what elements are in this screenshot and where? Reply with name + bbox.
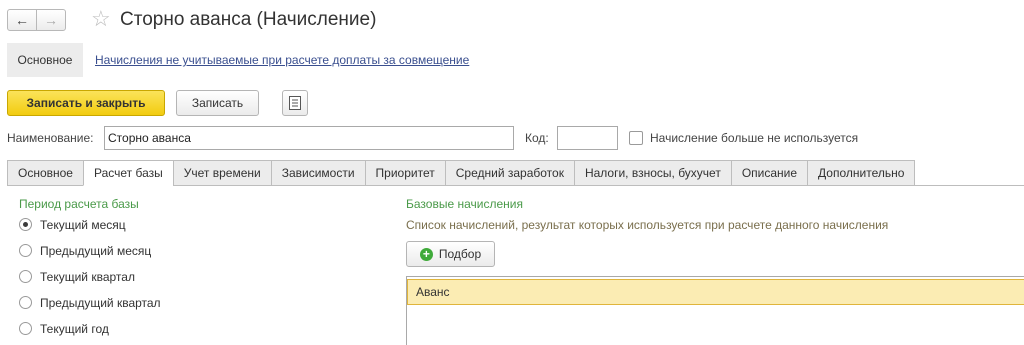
radio-current-year[interactable]: [19, 322, 32, 335]
tab-main[interactable]: Основное: [7, 160, 83, 186]
arrow-right-icon: →: [44, 12, 58, 28]
save-button[interactable]: Записать: [176, 90, 259, 116]
tab-dependencies[interactable]: Зависимости: [270, 160, 365, 186]
name-label: Наименование:: [7, 131, 94, 145]
radio-prev-quarter[interactable]: [19, 296, 32, 309]
radio-label: Текущий месяц: [40, 218, 126, 232]
back-button[interactable]: ←: [7, 9, 37, 31]
name-field[interactable]: [104, 126, 514, 150]
radio-current-quarter[interactable]: [19, 270, 32, 283]
save-close-button[interactable]: Записать и закрыть: [7, 90, 165, 116]
tab-taxes[interactable]: Налоги, взносы, бухучет: [573, 160, 731, 186]
radio-label: Предыдущий квартал: [40, 296, 161, 310]
radio-label: Предыдущий месяц: [40, 244, 152, 258]
add-circle-icon: +: [419, 247, 433, 261]
pick-button[interactable]: + Подбор: [406, 241, 495, 267]
table-cell: Аванс: [416, 285, 450, 299]
pick-label: Подбор: [438, 247, 482, 261]
save-close-label: Записать и закрыть: [26, 96, 146, 110]
base-accruals-table[interactable]: Аванс: [406, 276, 1024, 345]
radio-prev-month[interactable]: [19, 244, 32, 257]
report-button[interactable]: [282, 90, 308, 116]
tab-avg-earnings[interactable]: Средний заработок: [444, 160, 574, 186]
save-label: Записать: [191, 96, 244, 110]
period-group-title: Период расчета базы: [19, 197, 139, 211]
star-icon[interactable]: ☆: [91, 7, 111, 31]
tab-priority[interactable]: Приоритет: [364, 160, 445, 186]
base-hint: Список начислений, результат которых исп…: [406, 218, 889, 232]
tab-time[interactable]: Учет времени: [172, 160, 271, 186]
code-field[interactable]: [557, 126, 618, 150]
not-used-checkbox[interactable]: [629, 131, 643, 145]
section-link[interactable]: Начисления не учитываемые при расчете до…: [95, 53, 469, 67]
base-group-title: Базовые начисления: [406, 197, 523, 211]
arrow-left-icon: ←: [15, 12, 29, 28]
radio-label: Текущий квартал: [40, 270, 135, 284]
table-row[interactable]: Аванс: [407, 279, 1024, 305]
tab-additional[interactable]: Дополнительно: [807, 160, 916, 186]
radio-current-month[interactable]: [19, 218, 32, 231]
page-title: Сторно аванса (Начисление): [120, 9, 377, 30]
tab-base-calc[interactable]: Расчет базы: [82, 160, 173, 186]
tab-bar: Основное Расчет базы Учет времени Зависи…: [7, 160, 916, 186]
tab-description[interactable]: Описание: [730, 160, 808, 186]
section-current[interactable]: Основное: [7, 43, 83, 77]
forward-button[interactable]: →: [36, 9, 66, 31]
not-used-label: Начисление больше не используется: [650, 131, 859, 145]
code-label: Код:: [525, 131, 549, 145]
radio-label: Текущий год: [40, 322, 109, 336]
document-list-icon: [289, 96, 301, 110]
